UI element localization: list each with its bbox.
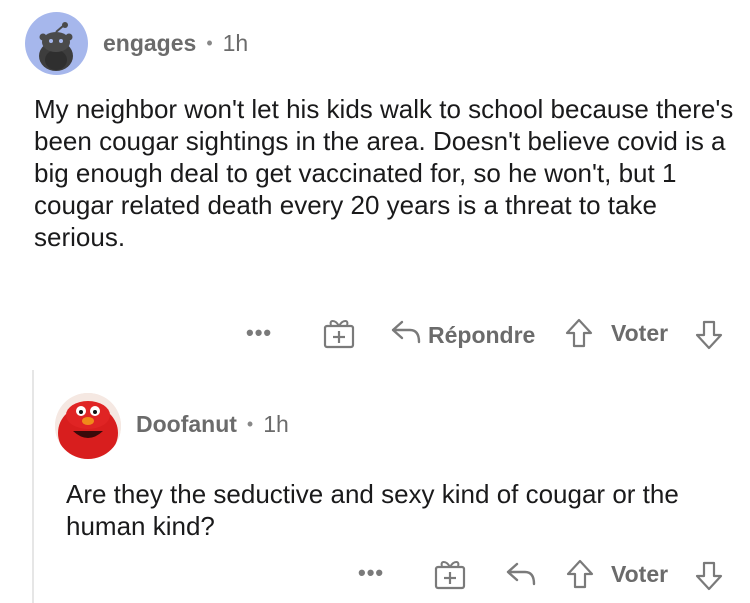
reply-button[interactable]: Répondre (390, 318, 535, 352)
reddit-snoo-avatar-icon (39, 22, 73, 71)
comment-body: My neighbor won't let his kids walk to s… (34, 94, 734, 252)
downvote-arrow-icon[interactable] (694, 319, 724, 356)
vote-label: Voter (611, 320, 668, 347)
comment-meta: engages • 1h (103, 30, 248, 57)
meta-separator: • (246, 414, 254, 434)
vote-text: Voter (611, 320, 669, 346)
avatar-doofanut[interactable] (55, 393, 121, 459)
timestamp: 1h (222, 30, 249, 56)
vote-text: Voter (611, 561, 669, 587)
award-gift-icon[interactable] (322, 317, 356, 354)
meta-separator: • (206, 33, 213, 53)
thread-line[interactable] (32, 370, 34, 603)
comment-meta: Doofanut • 1h (136, 411, 289, 438)
username[interactable]: engages (103, 30, 196, 57)
downvote-arrow-icon[interactable] (694, 560, 724, 597)
elmo-avatar-icon (55, 393, 121, 459)
reply-arrow-icon (390, 318, 422, 352)
comment-body: Are they the seductive and sexy kind of … (66, 479, 679, 541)
reply-arrow-icon[interactable] (505, 560, 537, 593)
upvote-arrow-icon[interactable] (565, 558, 595, 595)
award-gift-icon[interactable] (433, 558, 467, 595)
timestamp: 1h (263, 411, 289, 437)
username[interactable]: Doofanut (136, 411, 237, 438)
upvote-arrow-icon[interactable] (564, 317, 594, 354)
more-options-button[interactable]: ••• (358, 560, 384, 586)
more-options-button[interactable]: ••• (246, 320, 272, 346)
reply-label: Répondre (428, 321, 536, 348)
avatar-engages[interactable] (25, 12, 88, 75)
vote-label: Voter (611, 561, 668, 588)
